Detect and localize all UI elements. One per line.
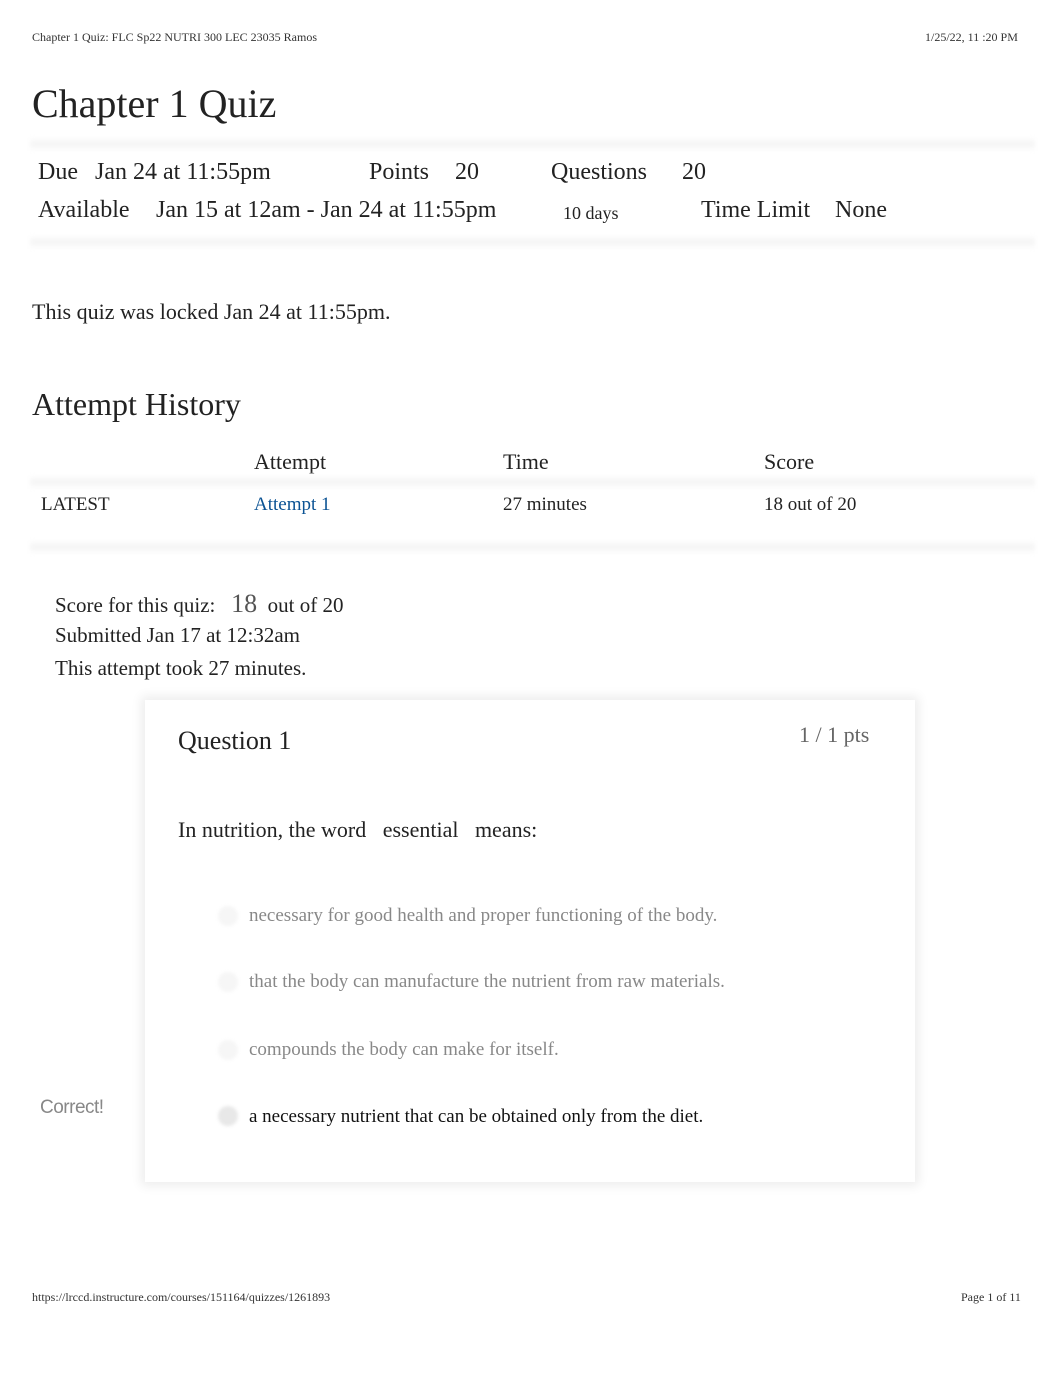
available-value: Jan 15 at 12am - Jan 24 at 11:55pm <box>156 197 497 223</box>
page: Chapter 1 Quiz: FLC Sp22 NUTRI 300 LEC 2… <box>0 0 1062 1377</box>
question-text: In nutrition, the word essential means: <box>178 817 538 842</box>
available-label: Available <box>38 197 130 223</box>
page-title: Chapter 1 Quiz <box>32 81 277 126</box>
time-limit-label: Time Limit <box>701 197 811 223</box>
time-limit-value: None <box>835 197 887 223</box>
due-label: Due <box>38 159 78 185</box>
due-value: Jan 24 at 11:55pm <box>95 159 271 185</box>
correct-label: Correct! <box>40 1097 104 1118</box>
attempt-link[interactable]: Attempt 1 <box>254 494 331 516</box>
points-value: 20 <box>455 159 479 185</box>
attempt-history-title: Attempt History <box>32 386 241 422</box>
locked-message: This quiz was locked Jan 24 at 11:55pm. <box>32 299 391 324</box>
score-value: 18 <box>231 589 258 618</box>
answer-option: necessary for good health and proper fun… <box>249 905 718 926</box>
score-out-of: out of 20 <box>267 593 344 617</box>
attempt-score: 18 out of 20 <box>764 494 857 515</box>
answer-radio-selected[interactable] <box>218 1106 238 1126</box>
col-time: Time <box>503 449 549 474</box>
submitted-text: Submitted Jan 17 at 12:32am <box>55 623 300 647</box>
print-datetime: 1/25/22, 11 :20 PM <box>925 30 1018 44</box>
answer-radio[interactable] <box>218 972 238 992</box>
page-number: Page 1 of 11 <box>961 1290 1021 1304</box>
available-days: 10 days <box>563 203 619 223</box>
score-label: Score for this quiz: <box>55 593 216 617</box>
answer-option: that the body can manufacture the nutrie… <box>249 971 725 992</box>
questions-value: 20 <box>682 159 706 185</box>
col-score: Score <box>764 449 815 474</box>
answer-option: compounds the body can make for itself. <box>249 1039 559 1060</box>
answer-radio[interactable] <box>218 906 238 926</box>
duration-text: This attempt took 27 minutes. <box>55 656 307 680</box>
doc-title: Chapter 1 Quiz: FLC Sp22 NUTRI 300 LEC 2… <box>32 30 317 44</box>
question-points: 1 / 1 pts <box>799 722 870 747</box>
answer-option-correct: a necessary nutrient that can be obtaine… <box>249 1106 704 1127</box>
answer-radio[interactable] <box>218 1040 238 1060</box>
attempt-time: 27 minutes <box>503 494 587 515</box>
points-label: Points <box>369 159 430 185</box>
footer-url: https://lrccd.instructure.com/courses/15… <box>32 1290 331 1304</box>
questions-label: Questions <box>551 159 647 185</box>
col-attempt: Attempt <box>254 449 327 474</box>
score-summary: Score for this quiz: 18 out of 20 <box>55 589 343 619</box>
question-title: Question 1 <box>178 726 292 755</box>
latest-tag: LATEST <box>41 494 110 515</box>
